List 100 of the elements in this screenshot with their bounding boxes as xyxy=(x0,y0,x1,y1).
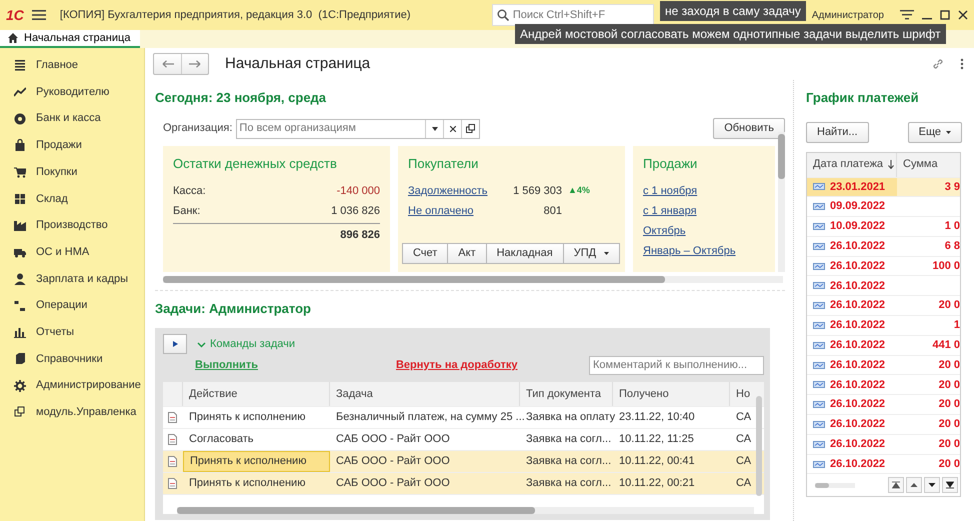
sidebar-item[interactable]: Склад xyxy=(0,185,144,212)
organization-combobox[interactable]: По всем организациям xyxy=(236,118,480,138)
payment-row[interactable]: 26.10.2022 20 0 xyxy=(807,454,960,474)
link-icon[interactable] xyxy=(932,58,944,70)
table-cell-text: 26.10.2022 xyxy=(830,318,886,334)
balance-label: Банк: xyxy=(173,204,200,219)
column-header[interactable]: Тип документа xyxy=(520,382,613,406)
column-header[interactable]: Задача xyxy=(330,382,520,406)
payment-row[interactable]: 09.09.2022 xyxy=(807,197,960,218)
sales-link[interactable]: с 1 января xyxy=(643,202,697,220)
payment-icon xyxy=(813,420,825,428)
book-icon xyxy=(14,352,26,365)
user-name[interactable]: Администратор xyxy=(812,8,884,22)
maximize-icon[interactable] xyxy=(940,10,950,20)
table-cell-text: 26.10.2022 xyxy=(830,278,886,294)
filter-icon[interactable] xyxy=(900,9,914,21)
table-cell-text: 1 0 xyxy=(944,219,960,234)
sales-link[interactable]: Октябрь xyxy=(643,222,686,240)
column-header[interactable]: Действие xyxy=(183,382,330,406)
sidebar-item[interactable]: Администрирование xyxy=(0,372,144,399)
horizontal-scrollbar[interactable] xyxy=(177,506,754,514)
column-header[interactable]: Сумма xyxy=(897,152,960,176)
table-cell-text: 26.10.2022 xyxy=(830,417,886,432)
refresh-button[interactable]: Обновить xyxy=(713,118,785,139)
comment-field[interactable]: Комментарий к выполнению... xyxy=(589,356,764,374)
coin-icon xyxy=(14,112,26,125)
vertical-scrollbar[interactable] xyxy=(778,132,785,272)
payment-icon xyxy=(813,282,825,290)
payment-row[interactable]: 26.10.2022 20 0 xyxy=(807,434,960,455)
sidebar-item[interactable]: Справочники xyxy=(0,346,144,372)
section-title: Сегодня: 23 ноября, среда xyxy=(155,89,328,107)
sales-link[interactable]: с 1 ноября xyxy=(643,182,698,200)
document-button[interactable]: Акт xyxy=(447,242,487,264)
payment-row[interactable]: 26.10.2022 20 0 xyxy=(807,296,960,316)
more-button[interactable]: Еще xyxy=(908,122,962,142)
scroll-button[interactable] xyxy=(924,477,940,494)
payment-icon xyxy=(813,242,825,250)
close-icon[interactable] xyxy=(958,10,968,20)
search-box[interactable]: Поиск Ctrl+Shift+F xyxy=(492,4,654,26)
customer-link[interactable]: Не оплачено xyxy=(408,202,510,220)
customer-link[interactable]: Задолженность xyxy=(408,182,510,200)
search-field[interactable]: Поиск Ctrl+Shift+F xyxy=(512,6,643,24)
sidebar-item[interactable]: Отчеты xyxy=(0,318,144,346)
table-cell-text: 20 0 xyxy=(938,417,960,432)
sidebar-item[interactable]: модуль.Управленка xyxy=(0,398,144,426)
payment-row[interactable]: 26.10.2022 20 0 xyxy=(807,375,960,396)
vertical-scrollbar[interactable] xyxy=(756,396,762,496)
sidebar-item[interactable]: Операции xyxy=(0,292,144,319)
return-link[interactable]: Вернуть на доработку xyxy=(396,356,518,374)
factory-icon xyxy=(14,219,26,232)
sidebar-item[interactable]: Зарплата и кадры xyxy=(0,266,144,292)
tooltip: Андрей мостовой согласовать можем однотипные задачи выделить шрифт xyxy=(515,24,946,44)
sidebar-item[interactable]: Продажи xyxy=(0,132,144,159)
payment-row[interactable]: 26.10.2022 1 xyxy=(807,316,960,336)
payment-row[interactable]: 26.10.2022 20 0 xyxy=(807,395,960,416)
payment-icon xyxy=(813,440,825,448)
last-icon xyxy=(946,481,954,490)
payment-row[interactable]: 26.10.2022 20 0 xyxy=(807,356,960,376)
more-icon[interactable] xyxy=(960,58,964,70)
document-button[interactable]: Счет xyxy=(402,242,448,264)
column-header[interactable]: Дата платежа xyxy=(807,152,897,176)
find-button[interactable]: Найти... xyxy=(806,122,869,142)
task-row[interactable]: Принять к исполнению САБ ООО - Райт ООО Заявка на согл... 10.11.22, 00:41 СА xyxy=(163,451,764,473)
payment-row[interactable]: 10.09.2022 1 0 xyxy=(807,217,960,237)
table-cell-text: СА xyxy=(736,454,752,470)
sidebar-item[interactable]: Главное xyxy=(0,52,144,79)
balance-value: 1 036 826 xyxy=(331,204,380,219)
payment-icon xyxy=(813,302,825,310)
menu-icon[interactable] xyxy=(32,9,46,21)
payment-row[interactable]: 26.10.2022 441 0 xyxy=(807,336,960,356)
column-header[interactable]: Получено xyxy=(613,382,730,406)
payment-row[interactable]: 26.10.2022 20 0 xyxy=(807,415,960,435)
document-button[interactable]: УПД xyxy=(562,242,620,264)
sales-link[interactable]: Январь – Октябрь xyxy=(643,242,736,260)
sidebar-item[interactable]: Банк и касса xyxy=(0,105,144,132)
horizontal-scrollbar[interactable] xyxy=(163,276,783,283)
home-icon xyxy=(8,33,18,43)
caret-icon xyxy=(604,252,610,254)
bar-chart-icon xyxy=(14,326,26,338)
scroll-button[interactable] xyxy=(888,477,904,494)
horizontal-scrollbar[interactable] xyxy=(815,482,855,488)
payment-row[interactable]: 26.10.2022 xyxy=(807,276,960,296)
tooltip: не заходя в саму задачу xyxy=(660,1,806,21)
sidebar-item[interactable]: Покупки xyxy=(0,158,144,186)
windows-icon xyxy=(14,406,26,418)
field-label: Организация: xyxy=(163,121,232,136)
play-button[interactable] xyxy=(163,334,187,354)
tab[interactable]: Начальная страница xyxy=(0,30,140,48)
sidebar-item[interactable]: Производство xyxy=(0,212,144,239)
payment-row[interactable]: 26.10.2022 6 8 xyxy=(807,236,960,257)
task-row[interactable]: Принять к исполнению САБ ООО - Райт ООО Заявка на согл... 10.11.22, 00:21 СА xyxy=(163,473,764,495)
down-icon xyxy=(928,481,936,490)
scroll-button[interactable] xyxy=(906,477,922,494)
column-header[interactable]: Но xyxy=(730,382,755,406)
sidebar-item[interactable]: ОС и НМА xyxy=(0,238,144,266)
scroll-button[interactable] xyxy=(942,477,958,494)
table-cell-text: 20 0 xyxy=(938,397,960,412)
document-button[interactable]: Накладная xyxy=(486,242,564,264)
payment-row[interactable]: 26.10.2022 100 0 xyxy=(807,256,960,276)
sidebar-item[interactable]: Руководителю xyxy=(0,78,144,106)
